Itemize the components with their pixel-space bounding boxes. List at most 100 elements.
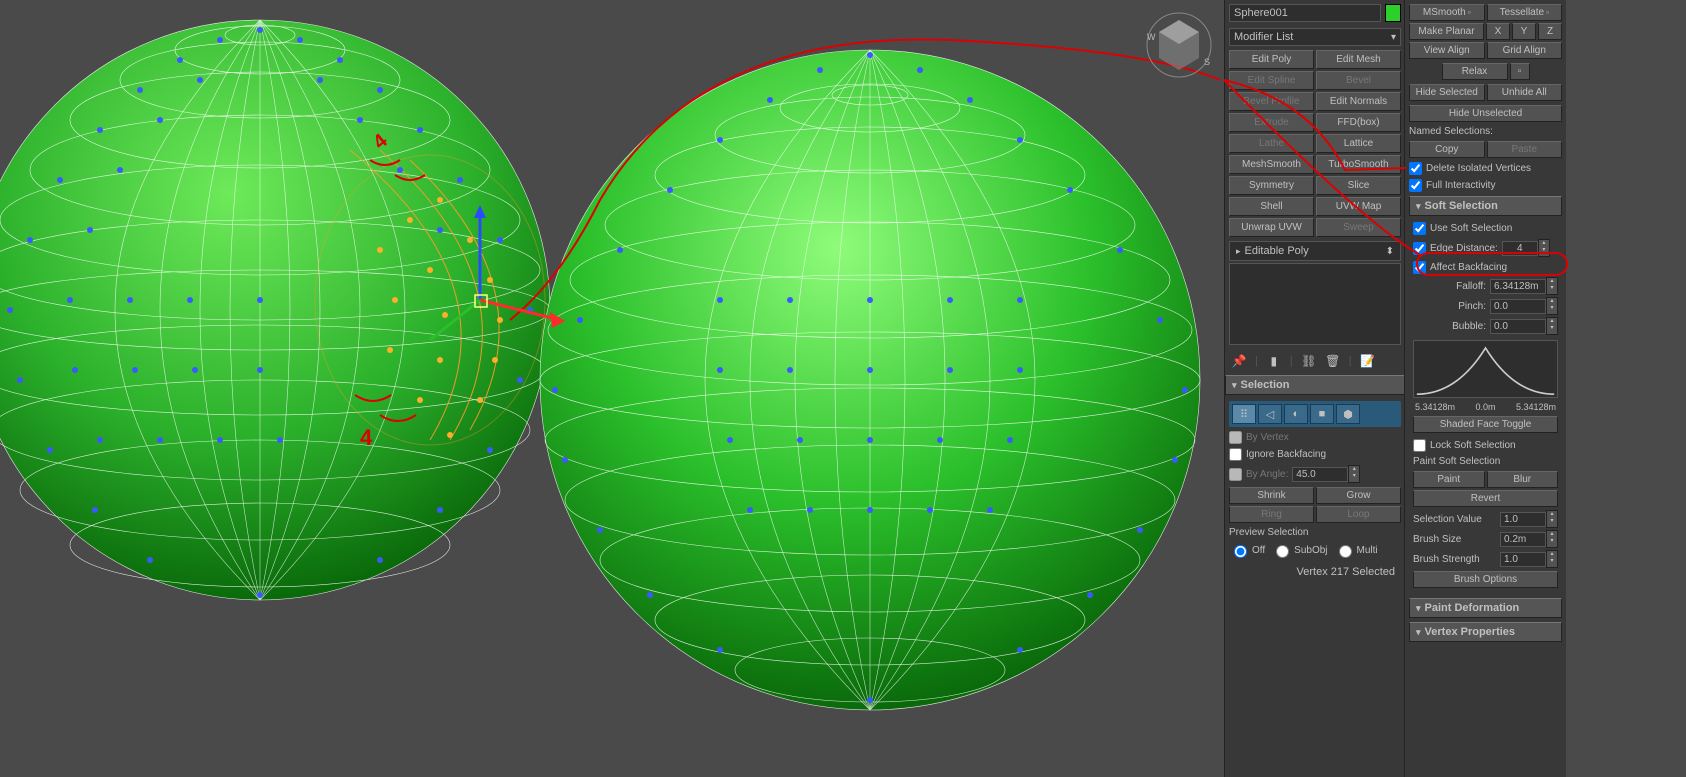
modifier-list-dropdown[interactable]: Modifier List: [1229, 28, 1401, 46]
delete-iso-verts-check[interactable]: Delete Isolated Vertices: [1409, 160, 1562, 177]
selection-rollout-header[interactable]: Selection: [1225, 375, 1405, 395]
object-name-input[interactable]: [1229, 4, 1381, 22]
shaded-face-toggle-button[interactable]: Shaded Face Toggle: [1413, 416, 1558, 433]
preview-multi-radio[interactable]: Multi: [1334, 542, 1378, 558]
relax-settings-button[interactable]: ▫: [1510, 63, 1530, 80]
vertex-mode-icon[interactable]: ⠿: [1232, 404, 1256, 424]
named-selections-label: Named Selections:: [1409, 124, 1562, 139]
pin-stack-icon[interactable]: 📌: [1231, 353, 1247, 369]
ignore-backfacing-check[interactable]: Ignore Backfacing: [1229, 446, 1401, 463]
selection-rollout: ⠿ ◁ ◐ ■ ⬢ By Vertex Ignore Backfacing By…: [1225, 397, 1405, 586]
border-mode-icon[interactable]: ◐: [1284, 404, 1308, 424]
modifier-button-sweep: Sweep: [1316, 218, 1401, 237]
modifier-button-lattice[interactable]: Lattice: [1316, 134, 1401, 153]
revert-button[interactable]: Revert: [1413, 490, 1558, 507]
modifier-buttons-grid: Edit PolyEdit MeshEdit SplineBevelBevel …: [1225, 48, 1405, 239]
view-align-button[interactable]: View Align: [1409, 42, 1485, 59]
object-color-swatch[interactable]: [1385, 4, 1401, 22]
unhide-all-button[interactable]: Unhide All: [1487, 84, 1563, 101]
modifier-button-ffd-box-[interactable]: FFD(box): [1316, 113, 1401, 132]
edge-mode-icon[interactable]: ◁: [1258, 404, 1282, 424]
selection-value-spinner[interactable]: [1500, 512, 1546, 527]
vertex-properties-rollout-header[interactable]: Vertex Properties: [1409, 622, 1562, 642]
tessellate-button[interactable]: Tessellate▫: [1487, 4, 1563, 21]
by-angle-spinner: [1292, 467, 1348, 482]
modifier-button-edit-spline: Edit Spline: [1229, 71, 1314, 90]
preview-selection-label: Preview Selection: [1229, 525, 1401, 540]
modifier-stack-item[interactable]: ▸ Editable Poly ⬍: [1229, 241, 1401, 261]
loop-button: Loop: [1316, 506, 1401, 523]
bubble-spinner[interactable]: [1490, 319, 1546, 334]
make-unique-icon[interactable]: ⛓: [1301, 353, 1317, 369]
pinch-spinner[interactable]: [1490, 299, 1546, 314]
viewcube[interactable]: W S: [1144, 10, 1214, 80]
grid-align-button[interactable]: Grid Align: [1487, 42, 1563, 59]
edge-distance-spinner[interactable]: [1502, 241, 1538, 256]
viewport-canvas: 4 4: [0, 0, 1224, 777]
preview-selection-radios: Off SubObj Multi: [1229, 540, 1401, 560]
show-end-result-icon[interactable]: ▮: [1266, 353, 1282, 369]
brush-options-button[interactable]: Brush Options: [1413, 571, 1558, 588]
by-angle-check[interactable]: By Angle: ▴▾: [1229, 463, 1401, 485]
brush-size-spinner[interactable]: [1500, 532, 1546, 547]
stack-item-label: Editable Poly: [1245, 245, 1386, 257]
hide-selected-button[interactable]: Hide Selected: [1409, 84, 1485, 101]
modifier-button-slice[interactable]: Slice: [1316, 176, 1401, 195]
remove-modifier-icon[interactable]: 🗑: [1325, 353, 1341, 369]
paint-button[interactable]: Paint: [1413, 471, 1485, 488]
modifier-button-edit-normals[interactable]: Edit Normals: [1316, 92, 1401, 111]
modifier-stack-area[interactable]: [1229, 263, 1401, 345]
affect-backfacing-check[interactable]: Affect Backfacing: [1413, 259, 1558, 276]
modifier-button-symmetry[interactable]: Symmetry: [1229, 176, 1314, 195]
lock-soft-selection-check[interactable]: Lock Soft Selection: [1413, 437, 1558, 454]
falloff-spinner[interactable]: [1490, 279, 1546, 294]
grow-button[interactable]: Grow: [1316, 487, 1401, 504]
right-property-panel: MSmooth▫ Tessellate▫ Make Planar X Y Z V…: [1404, 0, 1566, 777]
by-vertex-check[interactable]: By Vertex: [1229, 429, 1401, 446]
element-mode-icon[interactable]: ⬢: [1336, 404, 1360, 424]
shrink-button[interactable]: Shrink: [1229, 487, 1314, 504]
modifier-button-edit-mesh[interactable]: Edit Mesh: [1316, 50, 1401, 69]
svg-text:4: 4: [360, 425, 373, 450]
modifier-list-label: Modifier List: [1234, 31, 1293, 43]
modifier-button-turbosmooth[interactable]: TurboSmooth: [1316, 155, 1401, 174]
relax-button[interactable]: Relax: [1442, 63, 1508, 80]
svg-text:S: S: [1204, 57, 1210, 67]
brush-strength-spinner[interactable]: [1500, 552, 1546, 567]
modifier-button-unwrap-uvw[interactable]: Unwrap UVW: [1229, 218, 1314, 237]
svg-text:W: W: [1147, 32, 1156, 42]
preview-subobj-radio[interactable]: SubObj: [1271, 542, 1327, 558]
blur-button[interactable]: Blur: [1487, 471, 1559, 488]
hide-unselected-button[interactable]: Hide Unselected: [1409, 105, 1562, 122]
copy-named-sel-button[interactable]: Copy: [1409, 141, 1485, 158]
subobject-selector: ⠿ ◁ ◐ ■ ⬢: [1229, 401, 1401, 427]
edge-distance-check[interactable]: Edge Distance: ▴▾: [1413, 237, 1558, 259]
preview-off-radio[interactable]: Off: [1229, 542, 1265, 558]
falloff-range-right: 5.34128m: [1516, 402, 1556, 412]
ring-button: Ring: [1229, 506, 1314, 523]
modifier-button-meshsmooth[interactable]: MeshSmooth: [1229, 155, 1314, 174]
planar-x-button[interactable]: X: [1486, 23, 1510, 40]
use-soft-selection-check[interactable]: Use Soft Selection: [1413, 220, 1558, 237]
modifier-button-extrude: Extrude: [1229, 113, 1314, 132]
make-planar-button[interactable]: Make Planar: [1409, 23, 1484, 40]
modifier-button-lathe: Lathe: [1229, 134, 1314, 153]
selection-status-text: Vertex 217 Selected: [1229, 560, 1401, 584]
modifier-button-shell[interactable]: Shell: [1229, 197, 1314, 216]
soft-selection-rollout-header[interactable]: Soft Selection: [1409, 196, 1562, 216]
paste-named-sel-button: Paste: [1487, 141, 1563, 158]
modifier-button-bevel: Bevel: [1316, 71, 1401, 90]
stack-toolbar: 📌 | ▮ | ⛓ 🗑 | 📝: [1225, 349, 1405, 373]
configure-sets-icon[interactable]: 📝: [1360, 353, 1376, 369]
soft-selection-rollout: Use Soft Selection Edge Distance: ▴▾ Aff…: [1409, 218, 1562, 592]
modifier-button-uvw-map[interactable]: UVW Map: [1316, 197, 1401, 216]
full-interactivity-check[interactable]: Full Interactivity: [1409, 177, 1562, 194]
msmooth-button[interactable]: MSmooth▫: [1409, 4, 1485, 21]
paint-deformation-rollout-header[interactable]: Paint Deformation: [1409, 598, 1562, 618]
planar-y-button[interactable]: Y: [1512, 23, 1536, 40]
polygon-mode-icon[interactable]: ■: [1310, 404, 1334, 424]
viewport-3d[interactable]: 4 4 W S: [0, 0, 1224, 777]
modifier-button-bevel-profile: Bevel Profile: [1229, 92, 1314, 111]
modifier-button-edit-poly[interactable]: Edit Poly: [1229, 50, 1314, 69]
planar-z-button[interactable]: Z: [1538, 23, 1562, 40]
